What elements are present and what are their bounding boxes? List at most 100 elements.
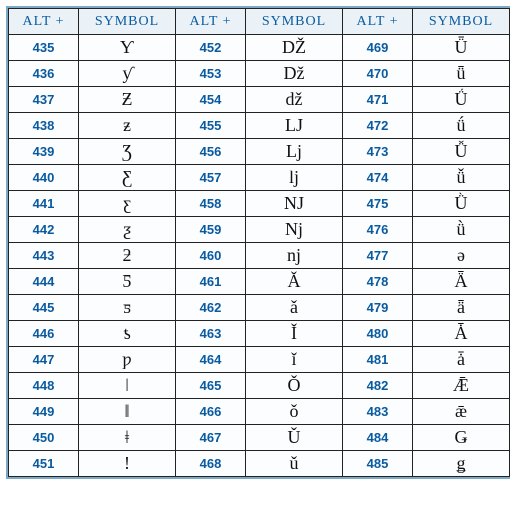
table-row: 441ƹ458Ǌ475Ǜ (9, 191, 510, 217)
symbol-cell: ǥ (413, 451, 510, 477)
table-row: 444Ƽ461Ǎ478Ǟ (9, 269, 510, 295)
symbol-cell: ƺ (79, 217, 176, 243)
alt-code-cell: 471 (343, 87, 413, 113)
symbol-cell: Ǔ (246, 425, 343, 451)
table-row: 446ƾ463Ǐ480Ǡ (9, 321, 510, 347)
table-row: 447ƿ464ǐ481ǡ (9, 347, 510, 373)
symbol-cell: ƿ (79, 347, 176, 373)
table-row: 438ƶ455Ǉ472ǘ (9, 113, 510, 139)
alt-code-cell: 472 (343, 113, 413, 139)
symbol-cell: ǡ (413, 347, 510, 373)
symbol-cell: Ǘ (413, 87, 510, 113)
alt-code-cell: 469 (343, 35, 413, 61)
alt-code-cell: 441 (9, 191, 79, 217)
symbol-cell: ǋ (246, 217, 343, 243)
alt-code-cell: 476 (343, 217, 413, 243)
symbol-cell: ǌ (246, 243, 343, 269)
alt-code-cell: 480 (343, 321, 413, 347)
symbol-cell: ǅ (246, 61, 343, 87)
table-row: 451ǃ468ǔ485ǥ (9, 451, 510, 477)
alt-code-cell: 481 (343, 347, 413, 373)
symbol-cell: ǂ (79, 425, 176, 451)
symbol-cell: Ǐ (246, 321, 343, 347)
alt-code-cell: 447 (9, 347, 79, 373)
alt-code-cell: 479 (343, 295, 413, 321)
alt-code-cell: 470 (343, 61, 413, 87)
symbol-cell: ǀ (79, 373, 176, 399)
alt-code-cell: 467 (176, 425, 246, 451)
header-symbol-3: SYMBOL (413, 9, 510, 35)
symbol-cell: Ǆ (246, 35, 343, 61)
symbol-cell: ǟ (413, 295, 510, 321)
symbol-cell: Ƶ (79, 87, 176, 113)
symbol-cell: ǆ (246, 87, 343, 113)
alt-code-cell: 437 (9, 87, 79, 113)
symbol-cell: ƾ (79, 321, 176, 347)
symbol-cell: ǜ (413, 217, 510, 243)
table-row: 437Ƶ454ǆ471Ǘ (9, 87, 510, 113)
alt-codes-table: ALT + SYMBOL ALT + SYMBOL ALT + SYMBOL 4… (8, 8, 510, 477)
alt-code-cell: 454 (176, 87, 246, 113)
alt-code-cell: 477 (343, 243, 413, 269)
symbol-cell: Ǒ (246, 373, 343, 399)
alt-code-cell: 450 (9, 425, 79, 451)
alt-code-cell: 443 (9, 243, 79, 269)
symbol-cell: ƹ (79, 191, 176, 217)
alt-code-cell: 459 (176, 217, 246, 243)
symbol-cell: ƻ (79, 243, 176, 269)
alt-code-cell: 442 (9, 217, 79, 243)
table-body: 435Ƴ452Ǆ469Ǖ436ƴ453ǅ470ǖ437Ƶ454ǆ471Ǘ438ƶ… (9, 35, 510, 477)
alt-code-cell: 452 (176, 35, 246, 61)
symbol-cell: ƴ (79, 61, 176, 87)
symbol-cell: ƽ (79, 295, 176, 321)
alt-code-cell: 484 (343, 425, 413, 451)
alt-code-cell: 440 (9, 165, 79, 191)
alt-code-cell: 449 (9, 399, 79, 425)
alt-code-cell: 483 (343, 399, 413, 425)
symbol-cell: Ǎ (246, 269, 343, 295)
symbol-cell: Ǟ (413, 269, 510, 295)
alt-code-cell: 453 (176, 61, 246, 87)
alt-code-cell: 468 (176, 451, 246, 477)
symbol-cell: Ǡ (413, 321, 510, 347)
alt-code-cell: 458 (176, 191, 246, 217)
symbol-cell: Ǥ (413, 425, 510, 451)
alt-code-cell: 466 (176, 399, 246, 425)
symbol-cell: ǈ (246, 139, 343, 165)
alt-code-cell: 451 (9, 451, 79, 477)
symbol-cell: ǉ (246, 165, 343, 191)
symbol-cell: ǎ (246, 295, 343, 321)
alt-code-cell: 475 (343, 191, 413, 217)
alt-code-cell: 435 (9, 35, 79, 61)
symbol-cell: ǒ (246, 399, 343, 425)
alt-code-cell: 446 (9, 321, 79, 347)
table-row: 439Ʒ456ǈ473Ǚ (9, 139, 510, 165)
header-alt-3: ALT + (343, 9, 413, 35)
alt-code-cell: 461 (176, 269, 246, 295)
header-symbol-2: SYMBOL (246, 9, 343, 35)
alt-code-cell: 473 (343, 139, 413, 165)
symbol-cell: ƶ (79, 113, 176, 139)
alt-code-cell: 455 (176, 113, 246, 139)
symbol-cell: Ƴ (79, 35, 176, 61)
table-row: 442ƺ459ǋ476ǜ (9, 217, 510, 243)
alt-code-cell: 464 (176, 347, 246, 373)
alt-code-cell: 462 (176, 295, 246, 321)
table-row: 449ǁ466ǒ483ǣ (9, 399, 510, 425)
alt-code-cell: 482 (343, 373, 413, 399)
symbol-cell: Ǉ (246, 113, 343, 139)
table-row: 435Ƴ452Ǆ469Ǖ (9, 35, 510, 61)
symbol-cell: Ʒ (79, 139, 176, 165)
table-row: 440Ƹ457ǉ474ǚ (9, 165, 510, 191)
alt-code-cell: 438 (9, 113, 79, 139)
symbol-cell: ǔ (246, 451, 343, 477)
alt-code-cell: 436 (9, 61, 79, 87)
alt-code-cell: 465 (176, 373, 246, 399)
alt-code-cell: 439 (9, 139, 79, 165)
alt-code-cell: 474 (343, 165, 413, 191)
symbol-cell: ǣ (413, 399, 510, 425)
symbol-cell: Ƽ (79, 269, 176, 295)
alt-code-cell: 456 (176, 139, 246, 165)
alt-code-cell: 448 (9, 373, 79, 399)
table-row: 445ƽ462ǎ479ǟ (9, 295, 510, 321)
